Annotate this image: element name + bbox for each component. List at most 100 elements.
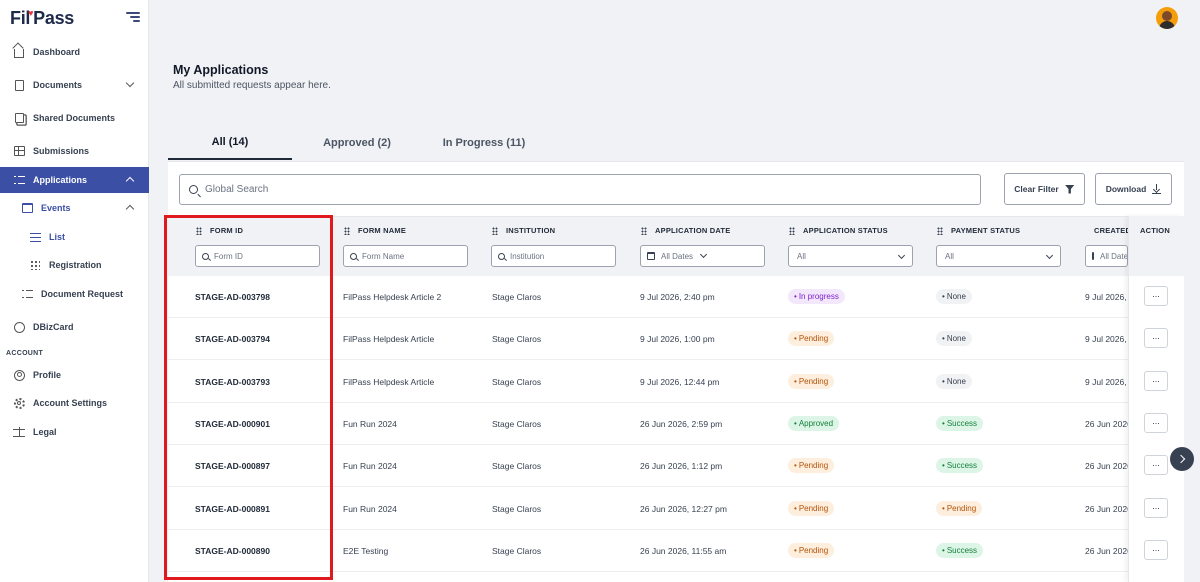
application-date-cell: 9 Jul 2026, 2:40 pm: [640, 292, 715, 302]
form-name-cell: Fun Run 2024: [343, 504, 397, 514]
gear-icon: [13, 397, 25, 409]
column-header-institution[interactable]: INSTITUTION: [492, 226, 555, 235]
registration-icon: [30, 260, 40, 270]
institution-cell: Stage Claros: [492, 546, 542, 556]
document-icon: [14, 79, 24, 91]
payment-status-select[interactable]: All: [936, 245, 1061, 267]
application-status-badge: Pending: [788, 331, 835, 346]
sidebar-item-label: Documents: [33, 80, 83, 90]
sidebar-item-list[interactable]: List: [0, 224, 149, 250]
sidebar-item-label: Registration: [49, 260, 102, 270]
application-date-cell: 26 Jun 2026, 1:12 pm: [640, 461, 723, 471]
page-title: My Applications: [173, 63, 269, 77]
sidebar-item-label: Document Request: [41, 289, 124, 299]
form-id-cell: STAGE-AD-000891: [195, 504, 270, 514]
search-icon: [350, 252, 357, 260]
sidebar-item-label: Shared Documents: [33, 113, 116, 123]
column-header-payment-status[interactable]: PAYMENT STATUS: [937, 226, 1020, 235]
row-action-button[interactable]: ...: [1144, 540, 1168, 560]
tab-all[interactable]: All (14): [168, 126, 292, 160]
application-status-select[interactable]: All: [788, 245, 913, 267]
application-date-cell: 26 Jun 2026, 12:27 pm: [640, 504, 727, 514]
created-date-filter[interactable]: All Dates: [1085, 245, 1128, 267]
chevron-up-icon: [125, 204, 135, 214]
action-column: ACTION: [1128, 216, 1184, 582]
sidebar-item-documents[interactable]: Documents: [0, 72, 149, 98]
created-cell: 9 Jul 2026,: [1085, 334, 1127, 344]
institution-filter-input[interactable]: Institution: [491, 245, 616, 267]
sidebar-section-account: ACCOUNT: [6, 350, 44, 357]
sidebar-item-legal[interactable]: Legal: [0, 419, 149, 445]
column-header-application-date[interactable]: APPLICATION DATE: [641, 226, 730, 235]
sidebar-item-profile[interactable]: Profile: [0, 362, 149, 388]
sidebar-item-dbizcard[interactable]: DBizCard: [0, 314, 149, 340]
submissions-icon: [13, 146, 25, 156]
row-action-button[interactable]: ...: [1144, 413, 1168, 433]
payment-status-badge: None: [936, 331, 972, 346]
page-subtitle: All submitted requests appear here.: [173, 80, 331, 91]
application-date-filter[interactable]: All Dates: [640, 245, 765, 267]
calendar-icon: [21, 203, 33, 213]
sidebar-item-submissions[interactable]: Submissions: [0, 138, 149, 164]
row-action-button[interactable]: ...: [1144, 498, 1168, 518]
form-id-filter-input[interactable]: Form ID: [195, 245, 320, 267]
drag-handle-icon[interactable]: [344, 226, 350, 235]
column-header-form-id[interactable]: FORM ID: [196, 226, 243, 235]
column-header-form-name[interactable]: FORM NAME: [344, 226, 406, 235]
chevron-right-icon: [1176, 454, 1186, 464]
form-name-filter-input[interactable]: Form Name: [343, 245, 468, 267]
chevron-down-icon: [897, 251, 906, 260]
row-action-button[interactable]: ...: [1144, 455, 1168, 475]
clear-filter-button[interactable]: Clear Filter: [1004, 173, 1085, 205]
user-avatar[interactable]: [1156, 7, 1178, 29]
sidebar-item-dashboard[interactable]: Dashboard: [0, 39, 149, 65]
column-header-application-status[interactable]: APPLICATION STATUS: [789, 226, 888, 235]
drag-handle-icon[interactable]: [641, 226, 647, 235]
menu-toggle-icon[interactable]: [126, 12, 140, 22]
search-icon: [189, 185, 198, 194]
created-cell: 26 Jun 2026,: [1085, 504, 1135, 514]
clear-filter-label: Clear Filter: [1014, 184, 1059, 194]
filpass-logo[interactable]: Fil♥Pass: [10, 8, 74, 29]
sidebar-item-applications[interactable]: Applications: [0, 167, 149, 193]
sidebar-item-account-settings[interactable]: Account Settings: [0, 390, 149, 416]
column-header-created[interactable]: CREATED: [1086, 226, 1128, 235]
list-icon: [29, 232, 41, 242]
tab-in-progress[interactable]: In Progress (11): [430, 126, 538, 160]
sidebar-item-label: Events: [41, 203, 71, 213]
sidebar-item-shared-documents[interactable]: Shared Documents: [0, 105, 149, 131]
chevron-down-icon: [1045, 251, 1054, 260]
download-button[interactable]: Download: [1095, 173, 1172, 205]
sidebar-item-label: Account Settings: [33, 398, 108, 408]
tab-approved[interactable]: Approved (2): [300, 126, 414, 160]
sidebar-item-document-request[interactable]: Document Request: [0, 281, 149, 307]
row-action-button[interactable]: ...: [1144, 286, 1168, 306]
drag-handle-icon[interactable]: [492, 226, 498, 235]
row-action-button[interactable]: ...: [1144, 328, 1168, 348]
application-date-cell: 9 Jul 2026, 12:44 pm: [640, 377, 720, 387]
payment-status-badge: None: [936, 374, 972, 389]
sidebar-item-label: Applications: [33, 175, 88, 185]
application-date-cell: 26 Jun 2026, 2:59 pm: [640, 419, 723, 429]
scale-icon: [13, 427, 25, 437]
column-header-action: ACTION: [1129, 216, 1184, 276]
row-action-button[interactable]: ...: [1144, 371, 1168, 391]
sidebar-item-registration[interactable]: Registration: [0, 252, 149, 278]
application-status-badge: Pending: [788, 458, 835, 473]
institution-cell: Stage Claros: [492, 334, 542, 344]
global-search-input[interactable]: Global Search: [179, 174, 981, 205]
form-name-cell: Fun Run 2024: [343, 461, 397, 471]
drag-handle-icon[interactable]: [789, 226, 795, 235]
scroll-right-button[interactable]: [1170, 447, 1194, 471]
drag-handle-icon[interactable]: [196, 226, 202, 235]
sidebar-item-events[interactable]: Events: [0, 195, 149, 221]
created-cell: 26 Jun 2026,: [1085, 419, 1135, 429]
download-icon: [1152, 184, 1162, 194]
search-icon: [202, 252, 209, 260]
drag-handle-icon[interactable]: [937, 226, 943, 235]
form-id-cell: STAGE-AD-003793: [195, 377, 270, 387]
institution-cell: Stage Claros: [492, 461, 542, 471]
calendar-icon: [1092, 252, 1094, 260]
applications-icon: [13, 175, 25, 185]
payment-status-badge: Success: [936, 543, 984, 558]
